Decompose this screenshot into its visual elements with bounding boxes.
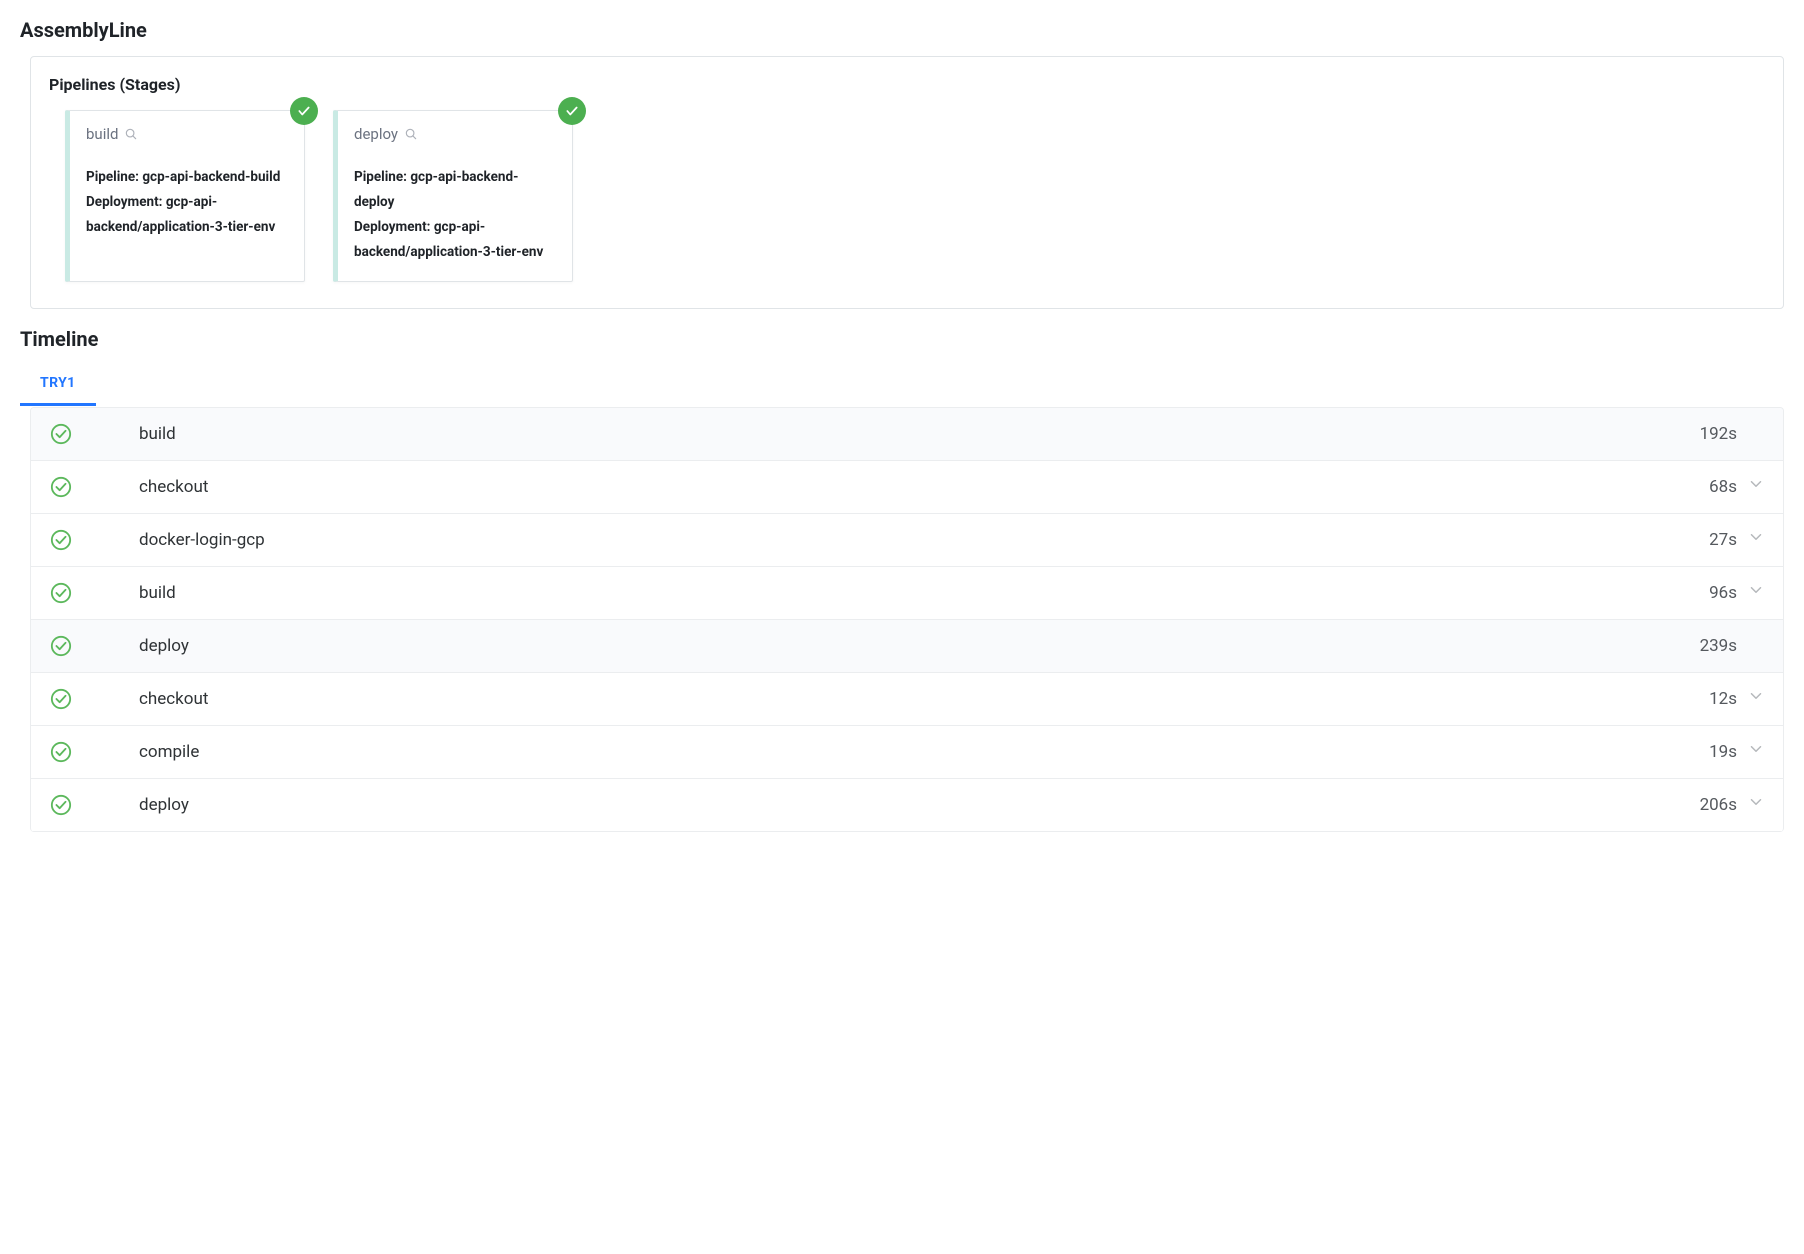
timeline-row-duration: 96s	[1709, 583, 1737, 603]
timeline-row-duration: 19s	[1709, 742, 1737, 762]
timeline-row-name: deploy	[139, 795, 1700, 815]
timeline-step-row[interactable]: checkout12s	[31, 673, 1783, 726]
check-icon	[297, 104, 311, 118]
timeline-row-right: 192s	[1700, 422, 1765, 445]
timeline-row-name: build	[139, 583, 1709, 603]
success-icon	[49, 740, 73, 764]
timeline-step-row[interactable]: deploy206s	[31, 779, 1783, 832]
pipelines-heading: Pipelines (Stages)	[49, 75, 1765, 94]
success-icon	[49, 793, 73, 817]
timeline-row-duration: 12s	[1709, 689, 1737, 709]
success-icon	[49, 581, 73, 605]
stage-name: deploy	[354, 125, 398, 143]
timeline-row-duration: 192s	[1700, 424, 1737, 444]
chevron-down-icon[interactable]	[1747, 687, 1765, 710]
success-icon	[49, 528, 73, 552]
success-icon	[49, 634, 73, 658]
assemblyline-heading: AssemblyLine	[20, 18, 1784, 42]
timeline-row-name: docker-login-gcp	[139, 530, 1709, 550]
stage-meta: Pipeline: gcp-api-backend-deploy Deploym…	[354, 165, 556, 265]
timeline-step-row[interactable]: build96s	[31, 567, 1783, 620]
timeline-row-right: 96s	[1709, 581, 1765, 604]
pipelines-panel: Pipelines (Stages) build Pipeline: gcp-a…	[30, 56, 1784, 309]
timeline-row-right: 68s	[1709, 475, 1765, 498]
status-badge	[290, 97, 318, 125]
timeline-row-name: checkout	[139, 477, 1709, 497]
tab-try1[interactable]: TRY1	[20, 365, 96, 406]
success-icon	[49, 475, 73, 499]
timeline-step-row[interactable]: docker-login-gcp27s	[31, 514, 1783, 567]
timeline-row-right: 239s	[1700, 634, 1765, 657]
timeline-row-right: 27s	[1709, 528, 1765, 551]
search-icon[interactable]	[124, 127, 138, 141]
timeline-list: build192scheckout68sdocker-login-gcp27sb…	[30, 407, 1784, 832]
chevron-down-icon[interactable]	[1747, 740, 1765, 763]
timeline-row-name: checkout	[139, 689, 1709, 709]
search-icon[interactable]	[404, 127, 418, 141]
timeline-row-duration: 68s	[1709, 477, 1737, 497]
timeline-row-right: 12s	[1709, 687, 1765, 710]
timeline-tabs: TRY1	[20, 365, 1784, 407]
timeline-row-duration: 27s	[1709, 530, 1737, 550]
timeline-row-name: build	[139, 424, 1700, 444]
stage-card-deploy[interactable]: deploy Pipeline: gcp-api-backend-deploy …	[333, 110, 573, 282]
stage-name: build	[86, 125, 118, 143]
status-badge	[558, 97, 586, 125]
timeline-step-row[interactable]: compile19s	[31, 726, 1783, 779]
timeline-step-row[interactable]: checkout68s	[31, 461, 1783, 514]
timeline-stage-row: build192s	[31, 408, 1783, 461]
chevron-down-icon[interactable]	[1747, 528, 1765, 551]
chevron-down-icon[interactable]	[1747, 475, 1765, 498]
chevron-down-icon[interactable]	[1747, 793, 1765, 816]
stage-cards: build Pipeline: gcp-api-backend-build De…	[49, 110, 1765, 282]
timeline-row-name: compile	[139, 742, 1709, 762]
stage-meta: Pipeline: gcp-api-backend-build Deployme…	[86, 165, 288, 240]
timeline-row-right: 206s	[1700, 793, 1765, 816]
timeline-stage-row: deploy239s	[31, 620, 1783, 673]
timeline-row-right: 19s	[1709, 740, 1765, 763]
timeline-row-duration: 206s	[1700, 795, 1737, 815]
success-icon	[49, 687, 73, 711]
timeline-row-name: deploy	[139, 636, 1700, 656]
check-icon	[565, 104, 579, 118]
timeline-row-duration: 239s	[1700, 636, 1737, 656]
stage-card-build[interactable]: build Pipeline: gcp-api-backend-build De…	[65, 110, 305, 282]
success-icon	[49, 422, 73, 446]
chevron-down-icon[interactable]	[1747, 581, 1765, 604]
timeline-heading: Timeline	[20, 327, 1784, 351]
